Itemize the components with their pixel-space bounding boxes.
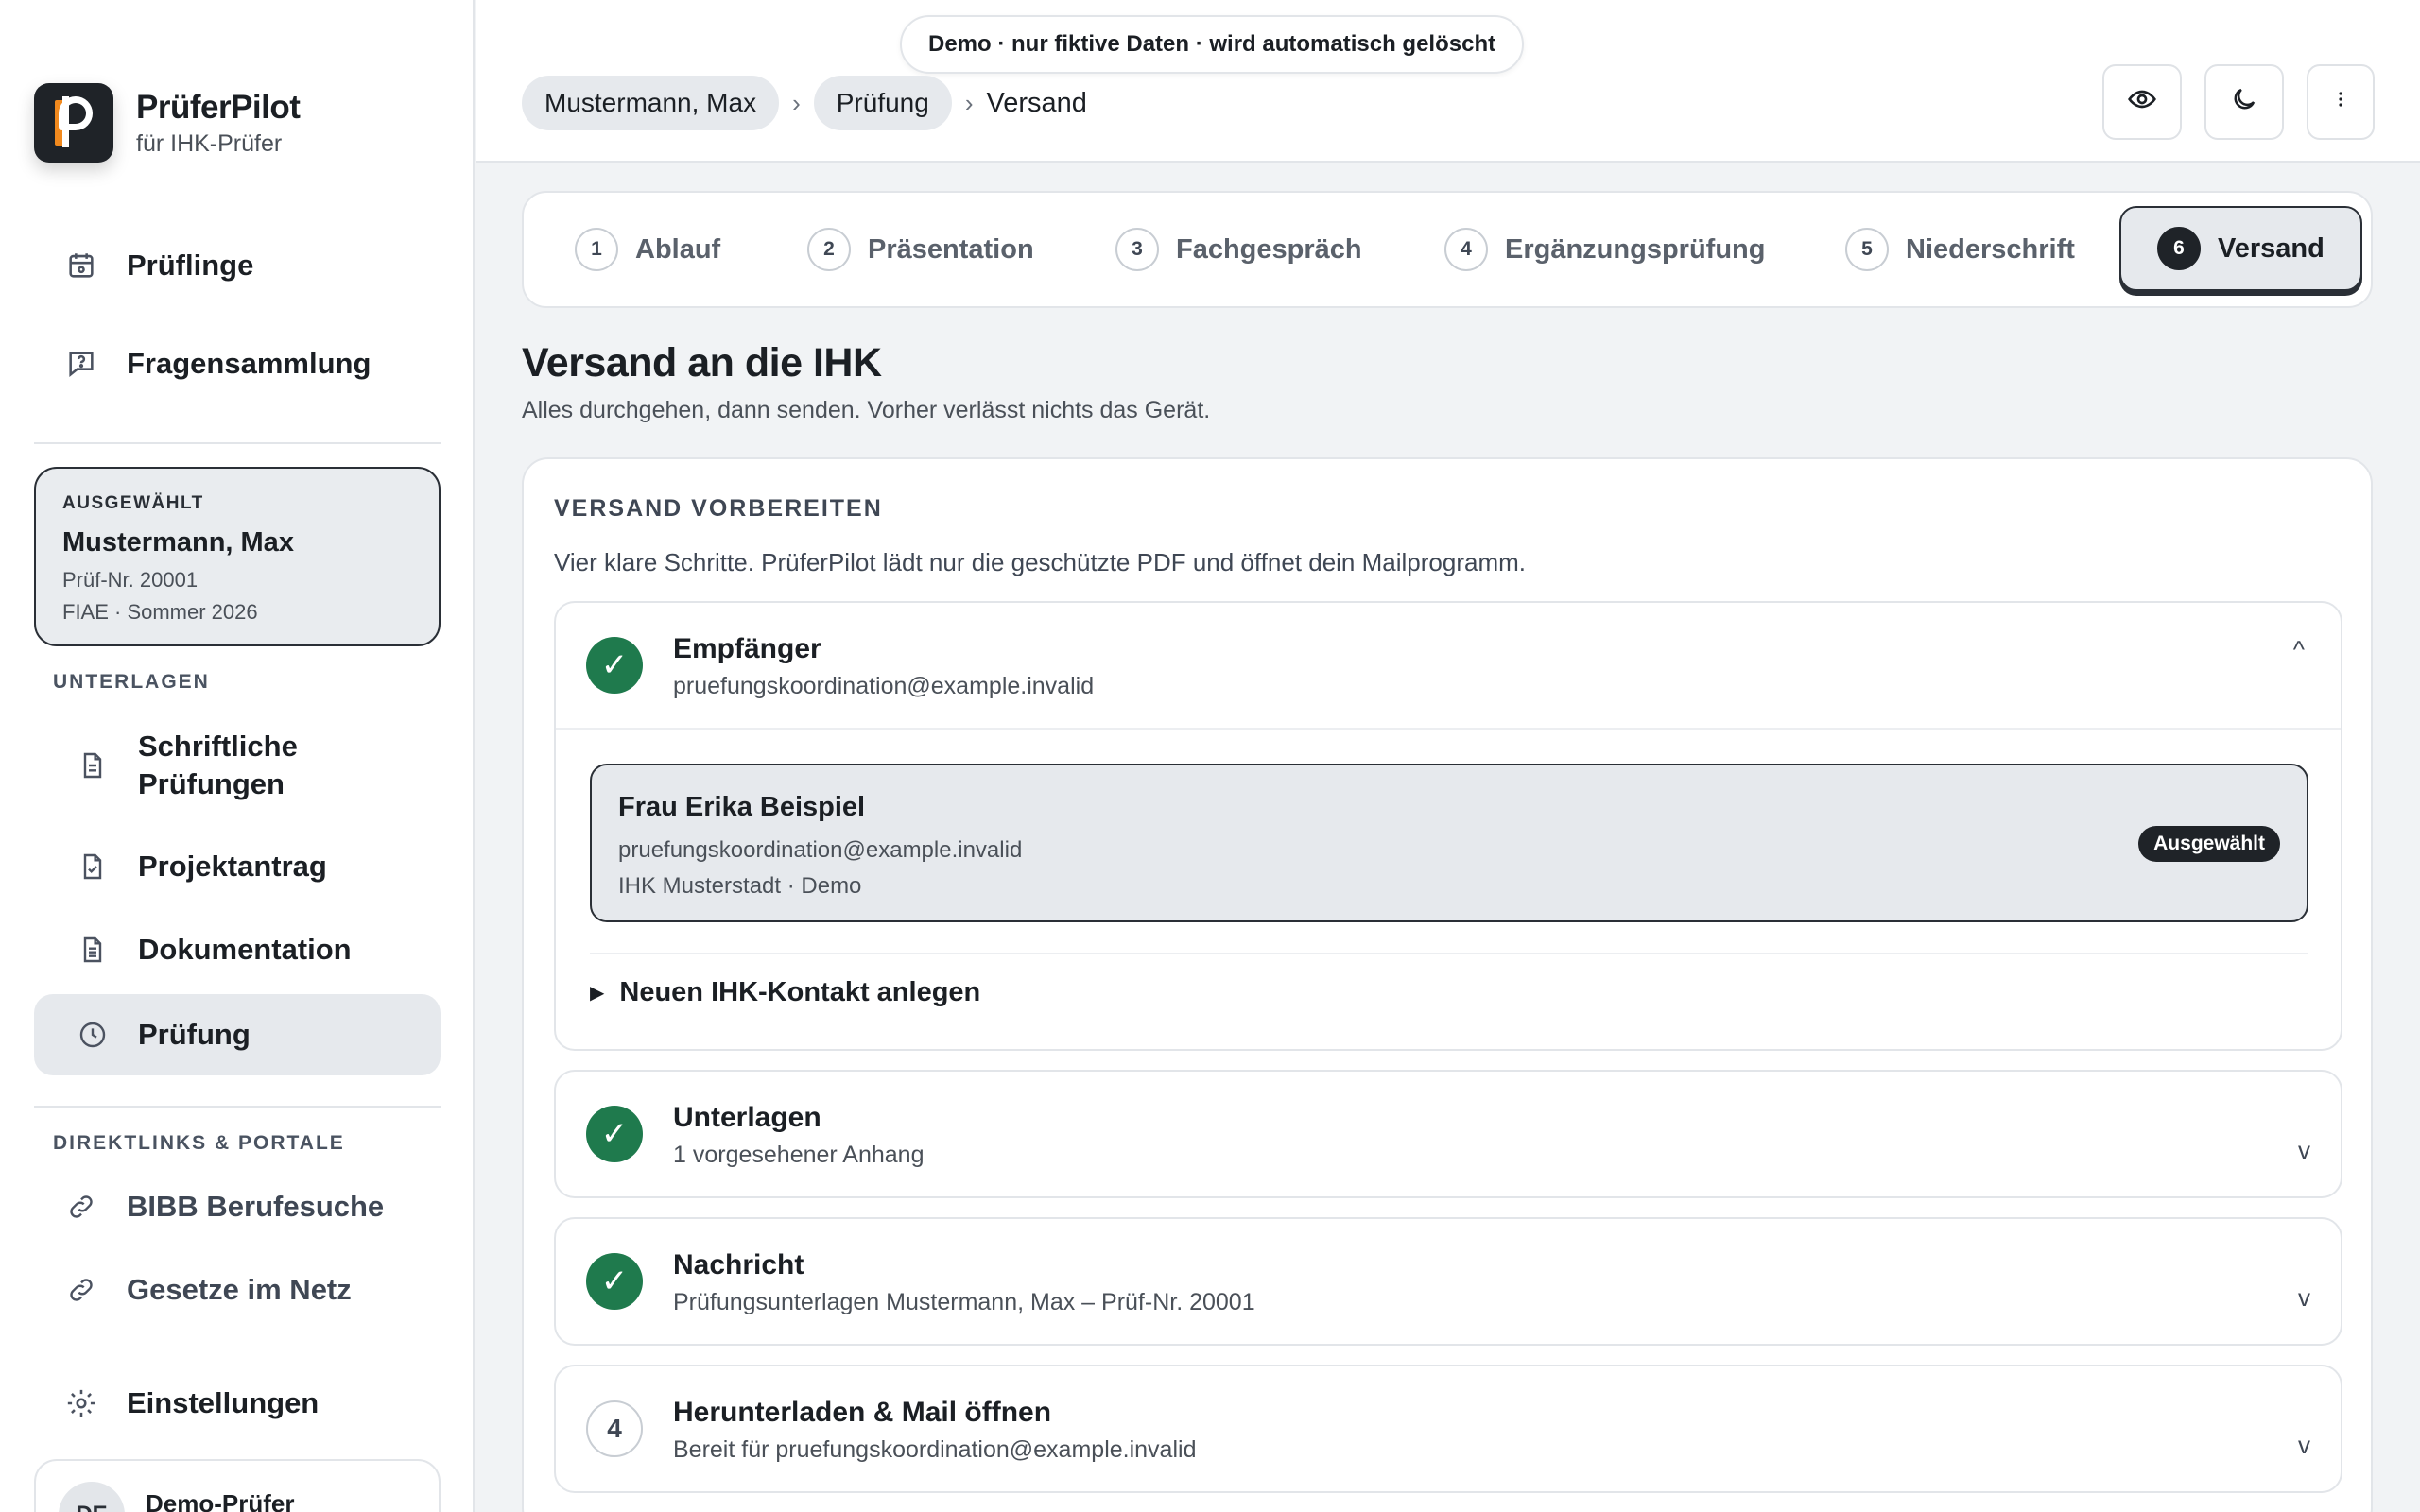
accordion-header-empfaenger[interactable]: ✓ Empfänger pruefungskoordination@exampl… [556, 603, 2341, 728]
avatar: DE [59, 1482, 125, 1512]
step-number: 4 [586, 1400, 643, 1457]
check-icon: ✓ [586, 637, 643, 694]
selected-name: Mustermann, Max [62, 527, 294, 558]
accordion-empfaenger: ✓ Empfänger pruefungskoordination@exampl… [554, 601, 2342, 1051]
document-check-icon [74, 848, 112, 885]
tab-praesentation[interactable]: 2 Präsentation [807, 193, 1034, 306]
link-icon [62, 1188, 100, 1226]
chevron-down-icon: v [2298, 1136, 2310, 1164]
accordion-herunterladen[interactable]: 4 Herunterladen & Mail öffnen Bereit für… [554, 1365, 2342, 1493]
sidebar-item-schriftliche-pruefungen[interactable]: Schriftliche Prüfungen [34, 711, 441, 820]
shipping-card: VERSAND VORBEREITEN Vier klare Schritte.… [522, 457, 2373, 1512]
accordion-title: Empfänger [673, 633, 821, 664]
accordion-title: Unterlagen [673, 1102, 821, 1133]
selected-info: FIAE · Sommer 2026 [62, 600, 258, 624]
link-icon [62, 1271, 100, 1309]
breadcrumb-pruefung[interactable]: Prüfung [813, 76, 952, 130]
sidebar-link-bibb[interactable]: BIBB Berufesuche [34, 1166, 441, 1247]
sidebar-divider [34, 442, 441, 444]
eye-icon [2127, 84, 2157, 121]
chevron-down-icon: v [2298, 1283, 2310, 1312]
document-lines-icon [74, 931, 112, 969]
app-logo [34, 83, 113, 163]
chevron-up-icon: ^ [2292, 635, 2305, 663]
breadcrumb-current: Versand [986, 87, 1087, 118]
accordion-subtitle: Prüfungsunterlagen Mustermann, Max – Prü… [673, 1289, 1255, 1315]
chevron-down-icon: v [2298, 1431, 2310, 1459]
breadcrumb: Mustermann, Max › Prüfung › Versand [522, 76, 1087, 130]
check-icon: ✓ [586, 1253, 643, 1310]
user-name: Demo-Prüfer [146, 1489, 295, 1512]
section-label-direktlinks: DIREKTLINKS & PORTALE [53, 1132, 345, 1154]
brand[interactable]: PrüferPilot für IHK-Prüfer [34, 83, 301, 163]
calendar-icon [62, 247, 100, 284]
sidebar: PrüferPilot für IHK-Prüfer Prüflinge Fra… [0, 0, 475, 1512]
accordion-title: Nachricht [673, 1249, 804, 1280]
accordion-nachricht[interactable]: ✓ Nachricht Prüfungsunterlagen Musterman… [554, 1217, 2342, 1346]
accordion-unterlagen[interactable]: ✓ Unterlagen 1 vorgesehener Anhang v [554, 1070, 2342, 1198]
contact-email: pruefungskoordination@example.invalid [618, 837, 1023, 863]
accordion-subtitle: 1 vorgesehener Anhang [673, 1142, 925, 1168]
clock-icon [74, 1016, 112, 1054]
tab-niederschrift[interactable]: 5 Niederschrift [1845, 193, 2075, 306]
user-card[interactable]: DE Demo-Prüfer [34, 1459, 441, 1512]
contact-name: Frau Erika Beispiel [618, 792, 866, 822]
app-name: PrüferPilot [136, 88, 301, 126]
sidebar-item-fragensammlung[interactable]: Fragensammlung [34, 323, 441, 404]
tab-ergaenzungspruefung[interactable]: 4 Ergänzungsprüfung [1444, 193, 1765, 306]
tab-fachgespraech[interactable]: 3 Fachgespräch [1115, 193, 1362, 306]
sidebar-item-pruefung[interactable]: Prüfung [34, 994, 441, 1075]
section-label-unterlagen: UNTERLAGEN [53, 671, 210, 693]
moon-icon [2230, 85, 2258, 120]
selected-id: Prüf-Nr. 20001 [62, 568, 199, 592]
chevron-right-icon: › [964, 88, 974, 117]
accordion-subtitle: Bereit für pruefungskoordination@example… [673, 1436, 1197, 1463]
chat-question-icon [62, 345, 100, 383]
more-vertical-icon [2329, 87, 2352, 117]
preview-button[interactable] [2102, 64, 2182, 140]
demo-notice: Demo · nur fiktive Daten · wird automati… [900, 15, 1525, 74]
new-contact-toggle[interactable]: ▶ Neuen IHK-Kontakt anlegen [590, 977, 980, 1008]
sidebar-item-projektantrag[interactable]: Projektantrag [34, 826, 441, 907]
tab-ablauf[interactable]: 1 Ablauf [575, 193, 720, 306]
more-menu-button[interactable] [2307, 64, 2375, 140]
sidebar-item-pruflinge[interactable]: Prüflinge [34, 225, 441, 306]
tab-versand[interactable]: 6 Versand [2119, 206, 2362, 291]
chevron-right-icon: › [792, 88, 801, 117]
gear-icon [62, 1384, 100, 1422]
status-badge: Ausgewählt [2138, 826, 2280, 862]
accordion-subtitle: pruefungskoordination@example.invalid [673, 673, 1095, 699]
document-icon [74, 747, 112, 784]
sidebar-item-dokumentation[interactable]: Dokumentation [34, 909, 441, 990]
page-subtitle: Alles durchgehen, dann senden. Vorher ve… [522, 397, 1211, 423]
shipping-card-heading: VERSAND VORBEREITEN [554, 495, 883, 522]
breadcrumb-candidate[interactable]: Mustermann, Max [522, 76, 780, 130]
contact-option-selected[interactable]: Frau Erika Beispiel pruefungskoordinatio… [590, 764, 2308, 922]
app-subtitle: für IHK-Prüfer [136, 129, 283, 157]
shipping-card-description: Vier klare Schritte. PrüferPilot lädt nu… [554, 548, 1526, 576]
sidebar-link-gesetze[interactable]: Gesetze im Netz [34, 1249, 441, 1331]
accordion-title: Herunterladen & Mail öffnen [673, 1397, 1052, 1428]
selected-candidate-card[interactable]: AUSGEWÄHLT Mustermann, Max Prüf-Nr. 2000… [34, 467, 441, 646]
check-icon: ✓ [586, 1106, 643, 1162]
selected-tag: AUSGEWÄHLT [62, 493, 204, 513]
sidebar-divider [34, 1106, 441, 1108]
step-tabs: 1 Ablauf 2 Präsentation 3 Fachgespräch 4… [522, 191, 2373, 308]
caret-right-icon: ▶ [590, 983, 605, 1004]
page-title: Versand an die IHK [522, 340, 882, 386]
sidebar-item-einstellungen[interactable]: Einstellungen [34, 1363, 441, 1444]
dark-mode-button[interactable] [2204, 64, 2284, 140]
contact-org: IHK Musterstadt · Demo [618, 873, 862, 899]
